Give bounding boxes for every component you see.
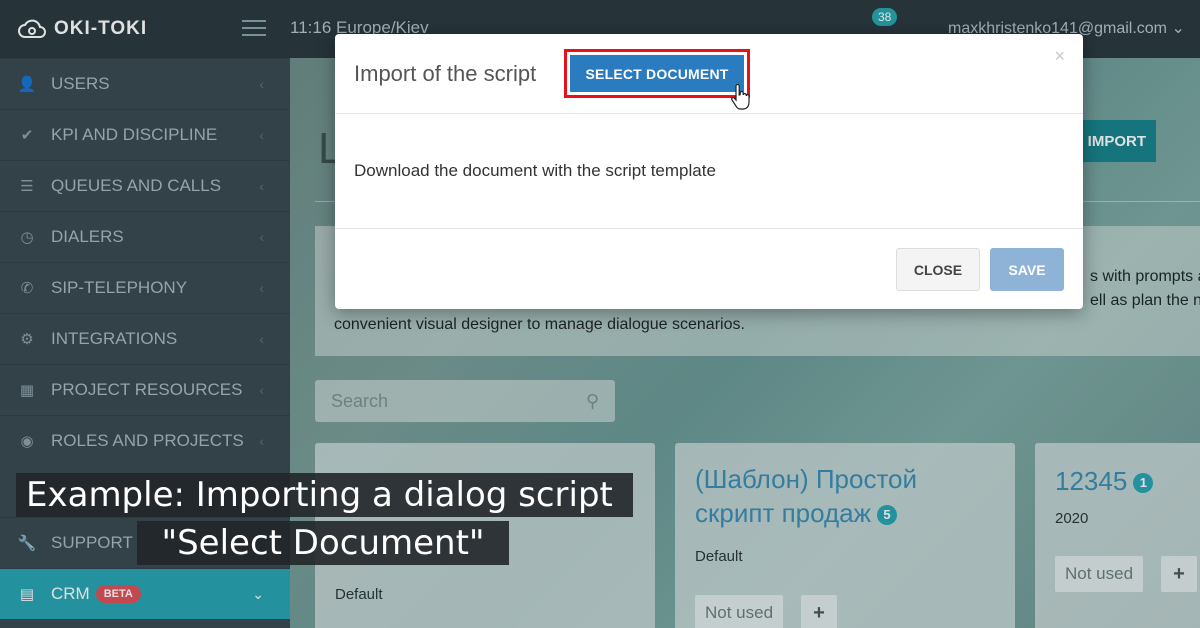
- dialog-title: Import of the script: [354, 61, 537, 86]
- dialog-body-text: Download the document with the script te…: [354, 161, 716, 180]
- dialog-header: Import of the script SELECT DOCUMENT ×: [335, 34, 1083, 114]
- hand-cursor-icon: [731, 84, 750, 110]
- highlight-frame: SELECT DOCUMENT: [564, 49, 750, 98]
- close-button[interactable]: CLOSE: [896, 248, 980, 291]
- dialog-footer-divider: [335, 228, 1083, 229]
- select-document-button[interactable]: SELECT DOCUMENT: [570, 55, 744, 92]
- save-button[interactable]: SAVE: [990, 248, 1064, 291]
- import-script-dialog: Import of the script SELECT DOCUMENT × D…: [335, 34, 1083, 309]
- close-icon[interactable]: ×: [1054, 46, 1065, 67]
- caption-line-2: "Select Document": [137, 521, 509, 565]
- caption-line-1: Example: Importing a dialog script: [16, 473, 633, 517]
